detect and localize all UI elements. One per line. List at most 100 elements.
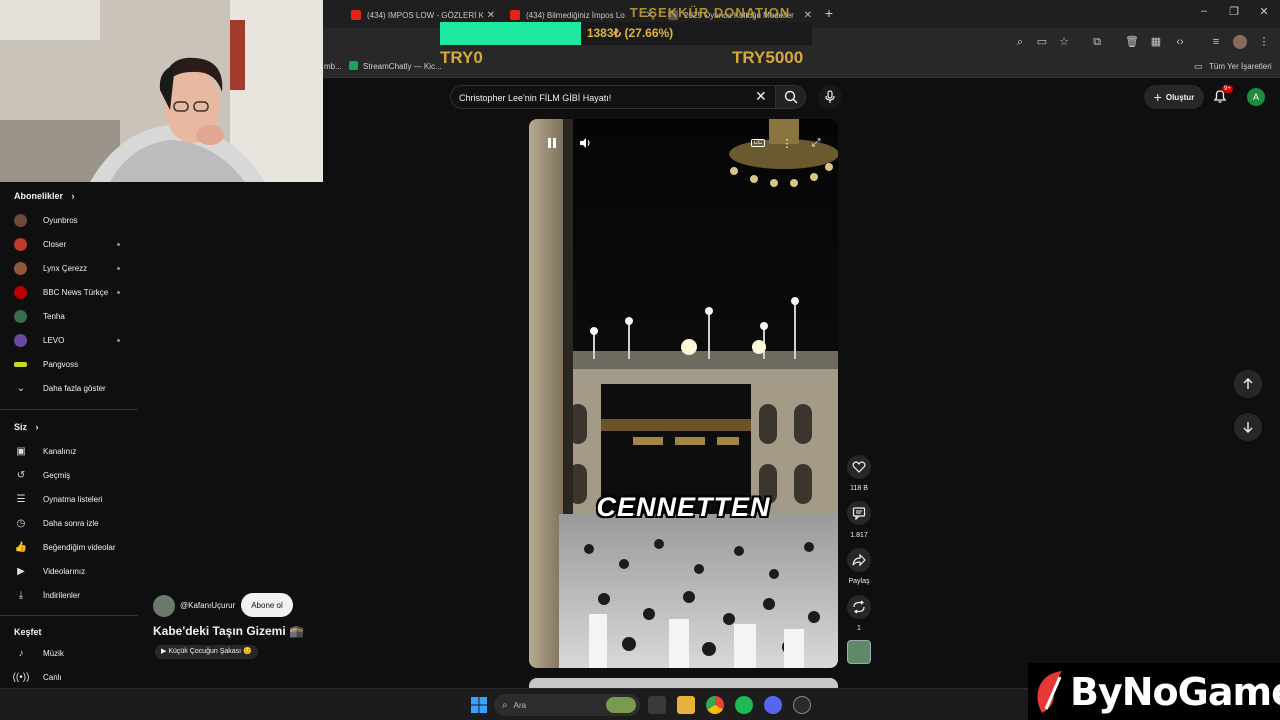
chevron-right-icon: › [35,422,39,432]
create-label: Oluştur [1165,92,1195,102]
channel-avatar[interactable] [153,595,175,617]
notifications-button[interactable]: 9+ [1212,85,1233,106]
kebab-menu-icon[interactable]: ⋮ [1257,35,1271,49]
subscription-item[interactable]: Pangvoss [14,354,134,374]
more-options-button[interactable]: ⋮ [776,132,798,154]
minimize-button[interactable]: – [1195,5,1213,17]
subscription-item[interactable]: BBC News Türkçe [14,282,134,302]
fullscreen-button[interactable]: ⤢ [805,132,827,154]
zoom-icon[interactable]: ⌕ [1013,35,1027,49]
create-button[interactable]: + Oluştur [1144,85,1204,109]
donation-amount: 1383₺ (27.66%) [586,26,674,40]
voice-search-button[interactable] [818,85,842,109]
remix-button[interactable] [847,595,871,619]
sound-link[interactable]: ▶ Küçük Çocuğun Şakası 😊 [155,645,258,659]
pause-button[interactable] [541,132,563,154]
close-window-button[interactable]: ✕ [1255,5,1273,18]
you-heading[interactable]: Siz › [14,422,39,432]
clock-icon: ◷ [16,517,26,529]
maximize-button[interactable]: ❐ [1225,5,1243,18]
subscription-item[interactable]: Lynx Çerezz [14,258,134,278]
video-caption: CENNETTEN [596,492,771,522]
account-avatar[interactable]: A [1247,88,1265,106]
expand-icon: ⤢ [811,136,821,149]
extensions-icon[interactable]: ⧉ [1090,35,1104,49]
arrow-up-icon [1243,378,1253,389]
comments-button[interactable] [847,501,871,525]
subscription-item[interactable]: Oyunbros [14,210,134,230]
share-label: Paylaş [848,578,870,585]
taskbar-search[interactable]: ⌕ Ara [494,694,640,716]
sidebar-item-watch-later[interactable]: ◷ Daha sonra izle [14,513,134,533]
short-video-player[interactable]: CC ⋮ ⤢ [529,119,838,668]
like-button[interactable] [847,455,871,479]
heart-icon [852,461,866,473]
star-icon[interactable]: ☆ [1057,35,1071,49]
trash-icon[interactable]: 🗑 [1125,35,1139,49]
previous-short-button[interactable] [1234,370,1262,398]
sidebar-item-playlists[interactable]: ☰ Oynatma listeleri [14,489,134,509]
like-count: 118 B [850,485,868,492]
closed-captions-icon: CC [750,139,766,147]
channel-avatar [14,309,27,323]
task-view-icon[interactable] [648,696,666,714]
chrome-icon[interactable] [706,696,724,714]
sidebar-item-your-channel[interactable]: ▣ Kanalınız [14,441,134,461]
next-short-button[interactable] [1234,413,1262,441]
sidebar-item-downloads[interactable]: ⤓ İndirilenler [14,585,134,605]
sound-thumbnail[interactable] [847,640,871,664]
sidebar-item-live[interactable]: ((•)) Canlı [13,667,134,687]
close-icon[interactable]: ✕ [755,88,767,105]
bookmark-item[interactable]: StreamChatly — Kic... [363,62,442,71]
channel-name[interactable]: @KafanıUçurur [180,601,235,610]
grid-icon[interactable]: ▦ [1149,35,1163,49]
sidebar-item-music[interactable]: ♪ Müzik [14,643,134,663]
folder-icon: ▭ [1194,61,1203,71]
short-title[interactable]: Kabe'deki Taşın Gizemi 🕋 [153,624,304,638]
show-more-button[interactable]: ⌄ Daha fazla göster [14,378,134,398]
steam-icon[interactable] [793,696,811,714]
subscriptions-heading[interactable]: Abonelikler › [14,191,75,201]
bookmark-item[interactable]: mb... [324,62,342,71]
new-content-dot [117,290,120,294]
music-note-icon: ♪ [18,647,24,659]
all-bookmarks-link[interactable]: Tüm Yer İşaretleri [1209,62,1272,71]
search-input[interactable] [459,90,749,105]
search-button[interactable] [776,85,806,109]
chevron-down-icon: ⌄ [16,382,26,394]
subscription-item[interactable]: LEVO [14,330,134,350]
next-short-preview[interactable] [529,678,838,688]
cast-icon[interactable]: ▭ [1035,35,1049,49]
closed-captions-button[interactable]: CC [747,132,769,154]
profile-avatar[interactable] [1233,35,1247,49]
sidebar-item-label: Canlı [43,672,62,682]
subscription-label: BBC News Türkçe [43,287,109,297]
windows-start-button[interactable] [470,696,488,714]
sidebar-item-your-videos[interactable]: ▶ Videolarınız [14,561,134,581]
code-icon[interactable]: ‹› [1173,35,1187,49]
channel-avatar [14,237,27,251]
spotify-icon[interactable] [735,696,753,714]
sidebar-item-label: Geçmiş [43,470,71,480]
subscription-item[interactable]: Tenha [14,306,134,326]
subscribe-button[interactable]: Abone ol [241,593,293,617]
comment-count: 1.817 [850,532,868,539]
file-explorer-icon[interactable] [677,696,695,714]
queue-icon[interactable]: ≡ [1209,35,1223,49]
sidebar-divider [0,615,138,616]
new-content-dot [117,266,120,270]
discord-icon[interactable] [764,696,782,714]
webcam-overlay [0,0,323,182]
sidebar-item-liked-videos[interactable]: 👍 Beğendiğim videolar [14,537,134,557]
share-button[interactable] [847,548,871,572]
remix-count: 1 [857,625,861,632]
donation-min-label: TRY0 [440,48,483,67]
subscription-label: Oyunbros [43,215,78,225]
subscription-label: LEVO [43,335,65,345]
subscription-item[interactable]: Closer [14,234,134,254]
sidebar-item-label: Kanalınız [43,446,77,456]
sidebar-item-history[interactable]: ↺ Geçmiş [14,465,134,485]
thumbs-up-icon: 👍 [14,541,28,553]
donation-max-label: TRY5000 [732,48,804,67]
volume-button[interactable] [574,132,596,154]
